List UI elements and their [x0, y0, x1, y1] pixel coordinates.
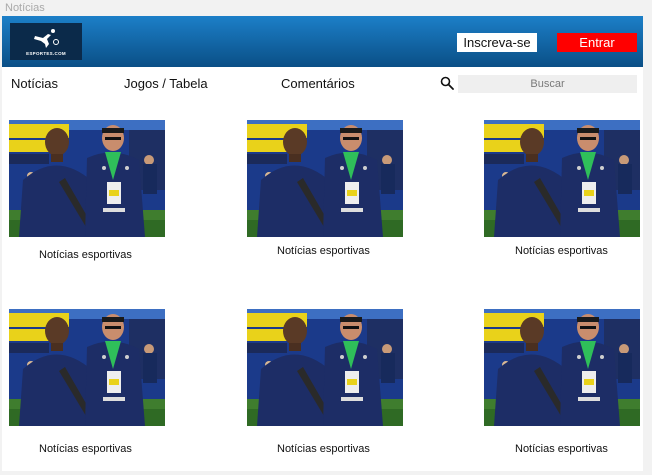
site-header: ESPORTES.COM Inscreva-se Entrar [2, 16, 643, 67]
news-card[interactable] [247, 120, 403, 237]
login-button[interactable]: Entrar [557, 33, 637, 52]
news-image[interactable] [484, 120, 640, 237]
news-image[interactable] [9, 309, 165, 426]
news-caption[interactable]: Notícias esportivas [39, 443, 132, 455]
site-logo[interactable]: ESPORTES.COM [10, 23, 82, 60]
page-frame: ESPORTES.COM Inscreva-se Entrar Notícias… [2, 16, 643, 471]
nav-item-comentarios[interactable]: Comentários [281, 76, 355, 91]
news-caption[interactable]: Notícias esportivas [515, 443, 608, 455]
news-card[interactable] [484, 120, 640, 237]
news-caption[interactable]: Notícias esportivas [39, 249, 132, 261]
news-caption[interactable]: Notícias esportivas [277, 443, 370, 455]
page-title: Notícias [5, 2, 45, 14]
news-card[interactable] [247, 309, 403, 426]
news-caption[interactable]: Notícias esportivas [515, 245, 608, 257]
news-card[interactable] [484, 309, 640, 426]
news-image[interactable] [247, 309, 403, 426]
search-input[interactable] [458, 75, 637, 93]
subscribe-button[interactable]: Inscreva-se [457, 33, 537, 52]
news-card[interactable] [9, 120, 165, 237]
news-image[interactable] [9, 120, 165, 237]
search-icon[interactable] [440, 76, 454, 90]
soccer-player-icon [34, 28, 59, 48]
news-image[interactable] [247, 120, 403, 237]
news-card[interactable] [9, 309, 165, 426]
logo-text: ESPORTES.COM [26, 50, 66, 56]
news-caption[interactable]: Notícias esportivas [277, 245, 370, 257]
nav-item-noticias[interactable]: Notícias [11, 76, 58, 91]
nav-item-jogos-tabela[interactable]: Jogos / Tabela [124, 76, 208, 91]
news-image[interactable] [484, 309, 640, 426]
